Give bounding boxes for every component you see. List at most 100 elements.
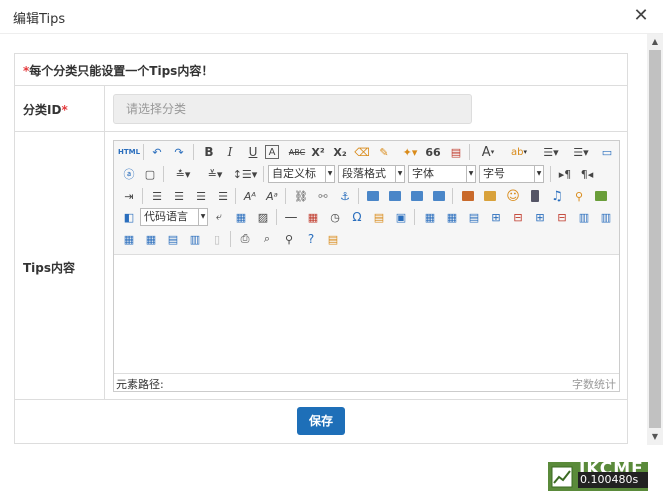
align-right-icon[interactable]: ☰ bbox=[192, 187, 210, 205]
subscript-button[interactable]: X₂ bbox=[331, 143, 349, 161]
rtl-direction-icon[interactable]: ¶◂ bbox=[578, 165, 596, 183]
anchor-icon[interactable]: ⚓ bbox=[336, 187, 354, 205]
align-left-icon[interactable]: ☰ bbox=[148, 187, 166, 205]
save-button[interactable]: 保存 bbox=[297, 407, 345, 435]
toolbar-separator bbox=[193, 144, 194, 160]
select-all-icon[interactable]: ⓐ bbox=[120, 165, 138, 183]
row-spacing-bottom-icon[interactable]: ≚▾ bbox=[202, 165, 228, 183]
split-to-cols-icon[interactable]: ▥ bbox=[186, 230, 204, 248]
template-icon[interactable]: ▦ bbox=[232, 208, 250, 226]
simple-upload-icon[interactable] bbox=[459, 187, 477, 205]
eraser-icon[interactable]: ⌫ bbox=[353, 143, 371, 161]
image-none-icon[interactable] bbox=[364, 187, 382, 205]
chart-icon[interactable]: ▯ bbox=[208, 230, 226, 248]
background-icon[interactable]: ▨ bbox=[254, 208, 272, 226]
drafts-icon[interactable]: ▤ bbox=[324, 230, 342, 248]
preview-icon[interactable]: ⌕ bbox=[258, 230, 276, 248]
special-char-icon[interactable]: Ω bbox=[348, 208, 366, 226]
music-icon[interactable]: ♫ bbox=[548, 187, 566, 205]
delete-table-icon[interactable]: ▦ bbox=[443, 208, 461, 226]
italic-button[interactable]: I bbox=[221, 143, 239, 161]
emotion-icon[interactable]: ☺ bbox=[504, 187, 522, 205]
background-color-button[interactable]: ab ▾ bbox=[506, 143, 532, 161]
notice-text: *每个分类只能设置一个Tips内容！ bbox=[23, 62, 213, 79]
page-break-icon[interactable]: ⤶ bbox=[210, 208, 228, 226]
required-star: * bbox=[61, 103, 68, 117]
strikethrough-button[interactable]: ABC bbox=[286, 143, 308, 161]
scroll-down-icon[interactable]: ▼ bbox=[647, 429, 663, 445]
align-justify-icon[interactable]: ☰ bbox=[214, 187, 232, 205]
toolbar-separator bbox=[452, 188, 453, 204]
insert-table-icon[interactable]: ▦ bbox=[421, 208, 439, 226]
auto-format-icon[interactable]: ✦▾ bbox=[398, 143, 422, 161]
image-center-icon[interactable] bbox=[430, 187, 448, 205]
underline-button[interactable]: U bbox=[244, 143, 262, 161]
undo-icon[interactable]: ↶ bbox=[148, 143, 166, 161]
delete-col-icon[interactable]: ⊟ bbox=[553, 208, 571, 226]
line-height-icon[interactable]: ↕☰▾ bbox=[232, 165, 258, 183]
code-language-select[interactable]: 代码语言 ▼ bbox=[140, 208, 208, 226]
split-to-cells-icon[interactable]: ▦ bbox=[142, 230, 160, 248]
split-to-rows-icon[interactable]: ▤ bbox=[164, 230, 182, 248]
font-border-button[interactable]: A bbox=[265, 145, 279, 159]
font-size-select[interactable]: 字号 ▼ bbox=[479, 165, 544, 183]
ltr-direction-icon[interactable]: ▸¶ bbox=[556, 165, 574, 183]
chevron-down-icon: ▼ bbox=[325, 166, 334, 182]
delete-row-icon[interactable]: ⊟ bbox=[509, 208, 527, 226]
row-spacing-top-icon[interactable]: ≛▾ bbox=[170, 165, 196, 183]
search-replace-icon[interactable]: ▣ bbox=[392, 208, 410, 226]
help-icon[interactable]: ? bbox=[302, 230, 320, 248]
category-select[interactable]: 请选择分类 bbox=[113, 94, 472, 124]
word-image-icon[interactable]: ▤ bbox=[370, 208, 388, 226]
chevron-down-icon: ▼ bbox=[395, 166, 404, 182]
insert-paragraph-before-table-icon[interactable]: ▤ bbox=[465, 208, 483, 226]
unordered-list-icon[interactable]: ☰▾ bbox=[568, 143, 594, 161]
indent-icon[interactable]: ⇥ bbox=[120, 187, 138, 205]
align-center-icon[interactable]: ☰ bbox=[170, 187, 188, 205]
dropdown-arrow-icon: ▾ bbox=[490, 148, 495, 156]
font-family-select[interactable]: 字体 ▼ bbox=[408, 165, 476, 183]
merge-down-icon[interactable]: ▦ bbox=[120, 230, 138, 248]
paragraph-format-select[interactable]: 段落格式 ▼ bbox=[338, 165, 405, 183]
badge-time: 0.100480s bbox=[578, 472, 648, 488]
font-color-button[interactable]: A ▾ bbox=[476, 143, 500, 161]
bold-button[interactable]: B bbox=[200, 143, 218, 161]
html-source-button[interactable]: HTML bbox=[118, 143, 140, 161]
ordered-list-icon[interactable]: ☰▾ bbox=[538, 143, 564, 161]
superscript-button[interactable]: X² bbox=[309, 143, 327, 161]
scroll-up-icon[interactable]: ▲ bbox=[647, 34, 663, 50]
insert-row-icon[interactable]: ⊞ bbox=[487, 208, 505, 226]
format-brush-icon[interactable]: ✎ bbox=[375, 143, 393, 161]
merge-cells-icon[interactable]: ▥ bbox=[575, 208, 593, 226]
scrollbar[interactable]: ▲ ▼ bbox=[647, 34, 663, 445]
lowercase-icon[interactable]: Aᵃ bbox=[263, 187, 281, 205]
fullscreen-icon[interactable]: ▭ bbox=[598, 143, 616, 161]
paste-plain-icon[interactable]: ▤ bbox=[447, 143, 465, 161]
insert-image-icon[interactable] bbox=[481, 187, 499, 205]
image-right-icon[interactable] bbox=[408, 187, 426, 205]
search-icon[interactable]: ⚲ bbox=[280, 230, 298, 248]
dialog-title: 编辑Tips bbox=[13, 12, 66, 27]
uppercase-icon[interactable]: Aᴬ bbox=[241, 187, 259, 205]
unlink-icon[interactable]: ⚯ bbox=[314, 187, 332, 205]
actions-row: 保存 bbox=[15, 400, 627, 443]
editor-content-area[interactable] bbox=[114, 255, 619, 373]
link-icon[interactable]: ⛓ bbox=[292, 187, 310, 205]
insert-frame-icon[interactable]: ◧ bbox=[120, 208, 138, 226]
merge-right-icon[interactable]: ▥ bbox=[597, 208, 615, 226]
attachment-icon[interactable]: ⚲ bbox=[570, 187, 588, 205]
close-icon[interactable]: ✕ bbox=[632, 6, 650, 26]
date-icon[interactable]: ▦ bbox=[304, 208, 322, 226]
map-icon[interactable] bbox=[592, 187, 610, 205]
insert-col-icon[interactable]: ⊞ bbox=[531, 208, 549, 226]
redo-icon[interactable]: ↷ bbox=[170, 143, 188, 161]
custom-title-select[interactable]: 自定义标 ▼ bbox=[268, 165, 335, 183]
print-icon[interactable]: ⎙ bbox=[236, 230, 254, 248]
blockquote-button[interactable]: 66 bbox=[424, 143, 442, 161]
image-left-icon[interactable] bbox=[386, 187, 404, 205]
horizontal-rule-icon[interactable]: — bbox=[282, 208, 300, 226]
scroll-thumb[interactable] bbox=[649, 50, 661, 428]
video-icon[interactable] bbox=[526, 187, 544, 205]
time-icon[interactable]: ◷ bbox=[326, 208, 344, 226]
clear-document-icon[interactable]: ▢ bbox=[141, 165, 159, 183]
